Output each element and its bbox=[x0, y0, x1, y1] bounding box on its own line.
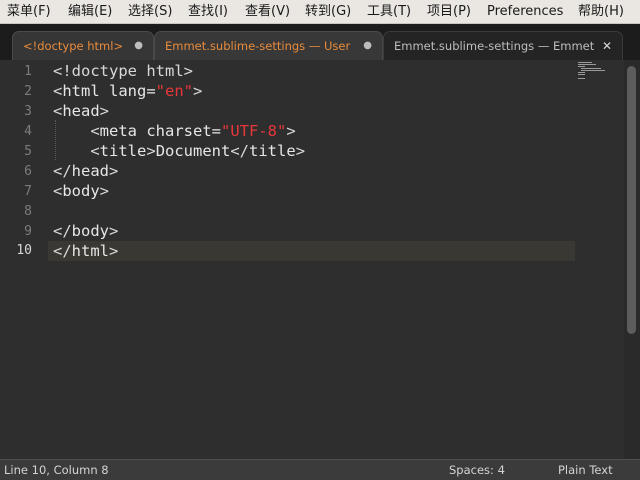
code-token: < bbox=[53, 102, 63, 120]
menu-view[interactable]: 查看(V) bbox=[245, 0, 290, 24]
code-token: lang= bbox=[99, 82, 156, 100]
tab-label: Emmet.sublime-settings — Emmet bbox=[394, 39, 595, 53]
menu-project[interactable]: 项目(P) bbox=[427, 0, 471, 24]
code-line[interactable]: <title>Document</title> bbox=[53, 141, 305, 161]
cursor-position: Line 10, Column 8 bbox=[4, 463, 109, 477]
code-token: > bbox=[99, 102, 110, 120]
code-token: > bbox=[109, 162, 119, 180]
tab-bar: <!doctype html> ● Emmet.sublime-settings… bbox=[0, 24, 640, 60]
minimap-line bbox=[581, 70, 605, 71]
menu-tools[interactable]: 工具(T) bbox=[367, 0, 411, 24]
code-token: body bbox=[62, 182, 100, 200]
code-token: meta bbox=[99, 122, 137, 140]
code-token: head bbox=[71, 162, 109, 180]
menu-edit[interactable]: 编辑(E) bbox=[68, 0, 112, 24]
code-line[interactable]: <html lang="en"> bbox=[53, 81, 202, 101]
code-token: < bbox=[53, 182, 63, 200]
tab-emmet-settings-emmet[interactable]: Emmet.sublime-settings — Emmet ✕ bbox=[383, 31, 623, 60]
code-line[interactable]: <body> bbox=[53, 181, 109, 201]
code-token: > bbox=[193, 82, 203, 100]
code-token: <!doctype html> bbox=[53, 62, 193, 80]
code-token: title bbox=[99, 142, 147, 160]
line-number: 2 bbox=[24, 84, 32, 99]
code-token: html bbox=[71, 242, 109, 260]
tab-label: <!doctype html> bbox=[23, 39, 124, 53]
syntax-selector[interactable]: Plain Text bbox=[558, 460, 613, 480]
code-token: > bbox=[109, 222, 119, 240]
menu-goto[interactable]: 转到(G) bbox=[305, 0, 351, 24]
line-number-current: 10 bbox=[16, 243, 32, 258]
line-number: 1 bbox=[24, 64, 32, 79]
menu-help[interactable]: 帮助(H) bbox=[578, 0, 624, 24]
code-token: </ bbox=[230, 142, 250, 160]
line-number: 5 bbox=[24, 144, 32, 159]
minimap-line bbox=[578, 62, 592, 63]
code-token: Document bbox=[155, 142, 231, 160]
code-line[interactable]: </html> bbox=[53, 241, 118, 261]
menu-selection[interactable]: 选择(S) bbox=[128, 0, 172, 24]
menu-bar: 菜单(F) 编辑(E) 选择(S) 查找(I) 查看(V) 转到(G) 工具(T… bbox=[0, 0, 640, 24]
minimap-line bbox=[578, 72, 585, 73]
code-line[interactable]: <head> bbox=[53, 101, 109, 121]
unsaved-dot-icon[interactable]: ● bbox=[134, 32, 143, 60]
code-token: </ bbox=[53, 222, 72, 240]
status-bar: Line 10, Column 8 Spaces: 4 Plain Text bbox=[0, 459, 640, 480]
menu-find[interactable]: 查找(I) bbox=[188, 0, 228, 24]
code-token: "UTF-8" bbox=[221, 122, 287, 140]
line-number: 4 bbox=[24, 124, 32, 139]
line-number: 9 bbox=[24, 224, 32, 239]
tab-emmet-settings-user[interactable]: Emmet.sublime-settings — User ● bbox=[154, 31, 383, 60]
line-number: 6 bbox=[24, 164, 32, 179]
code-token: </ bbox=[53, 242, 72, 260]
code-token: < bbox=[53, 122, 100, 140]
editor-area[interactable]: 1 2 3 4 5 6 7 8 9 10 <!doctype html> <ht… bbox=[0, 60, 640, 459]
scrollbar-thumb[interactable] bbox=[627, 66, 636, 334]
minimap[interactable] bbox=[576, 60, 624, 459]
tab-doctype-html[interactable]: <!doctype html> ● bbox=[12, 31, 154, 60]
line-number: 7 bbox=[24, 184, 32, 199]
code-token: html bbox=[62, 82, 100, 100]
code-token: body bbox=[71, 222, 109, 240]
tab-label: Emmet.sublime-settings — User bbox=[165, 39, 351, 53]
code-line[interactable]: </body> bbox=[53, 221, 118, 241]
code-token: "en" bbox=[155, 82, 193, 100]
line-number: 8 bbox=[24, 204, 32, 219]
code-line[interactable]: </head> bbox=[53, 161, 118, 181]
unsaved-dot-icon[interactable]: ● bbox=[363, 32, 372, 60]
line-number: 3 bbox=[24, 104, 32, 119]
current-line-highlight bbox=[48, 241, 575, 261]
code-token: > bbox=[286, 122, 296, 140]
code-line[interactable]: <!doctype html> bbox=[53, 61, 193, 81]
code-token: title bbox=[249, 142, 296, 160]
close-icon[interactable]: ✕ bbox=[602, 32, 612, 60]
code-token: < bbox=[53, 142, 100, 160]
code-token: </ bbox=[53, 162, 72, 180]
code-token: > bbox=[295, 142, 306, 160]
minimap-line bbox=[578, 74, 585, 75]
code-token: head bbox=[62, 102, 100, 120]
code-token: charset= bbox=[137, 122, 221, 140]
code-line[interactable]: <meta charset="UTF-8"> bbox=[53, 121, 296, 141]
minimap-line bbox=[578, 78, 585, 79]
minimap-line bbox=[578, 64, 596, 65]
code-token: < bbox=[53, 82, 63, 100]
code-token: > bbox=[99, 182, 110, 200]
indentation-setting[interactable]: Spaces: 4 bbox=[449, 460, 505, 480]
minimap-line bbox=[578, 66, 585, 67]
menu-preferences[interactable]: Preferences bbox=[487, 0, 563, 24]
minimap-line bbox=[581, 68, 601, 69]
menu-file[interactable]: 菜单(F) bbox=[7, 0, 51, 24]
code-token: > bbox=[109, 242, 119, 260]
code-token: > bbox=[146, 142, 156, 160]
